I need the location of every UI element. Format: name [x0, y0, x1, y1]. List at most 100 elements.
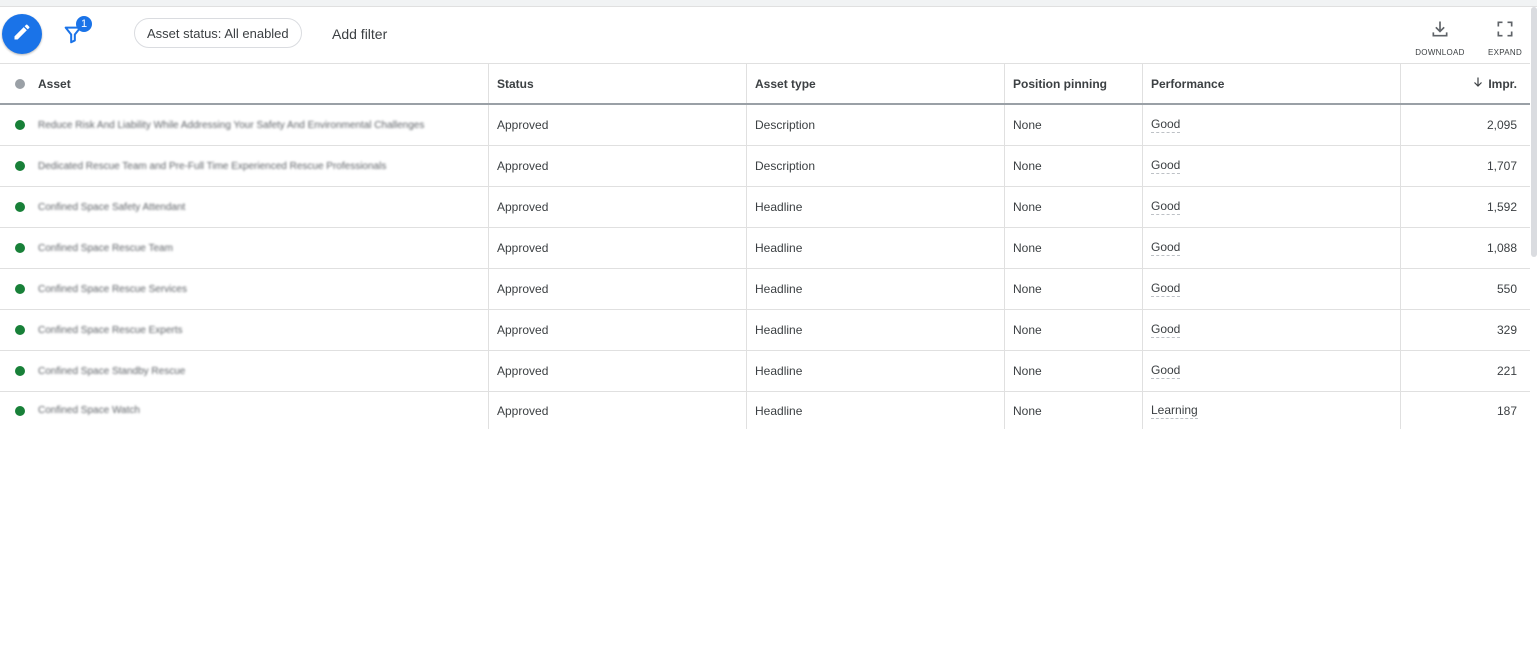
impressions-cell: 329	[1400, 310, 1530, 350]
performance-label[interactable]: Good	[1151, 322, 1181, 338]
asset-text: Confined Space Rescue Services	[38, 283, 187, 295]
impressions-cell: 1,088	[1400, 228, 1530, 268]
position-pinning-cell: None	[1004, 392, 1142, 429]
enabled-status-dot	[15, 405, 25, 416]
column-header-status-label: Status	[497, 76, 534, 91]
performance-label[interactable]: Good	[1151, 199, 1181, 215]
performance-cell: Learning	[1142, 392, 1400, 429]
performance-label[interactable]: Learning	[1151, 403, 1198, 419]
position-pinning-cell: None	[1004, 351, 1142, 391]
enabled-status-dot	[15, 120, 25, 130]
column-header-impressions-label: Impr.	[1488, 76, 1517, 91]
column-header-position-pinning[interactable]: Position pinning	[1004, 64, 1142, 103]
asset-type-cell: Headline	[746, 310, 1004, 350]
enabled-status-dot	[15, 366, 25, 376]
asset-text: Confined Space Watch	[38, 405, 140, 416]
asset-cell: Dedicated Rescue Team and Pre-Full Time …	[0, 146, 488, 186]
table-row[interactable]: Confined Space Standby Rescue Approved H…	[0, 351, 1530, 392]
position-pinning-cell: None	[1004, 310, 1142, 350]
asset-cell: Confined Space Rescue Experts	[0, 310, 488, 350]
enabled-status-dot	[15, 243, 25, 253]
status-cell: Approved	[488, 187, 746, 227]
filter-count-badge: 1	[76, 16, 92, 32]
asset-cell: Confined Space Safety Attendant	[0, 187, 488, 227]
download-button[interactable]: DOWNLOAD	[1410, 19, 1470, 57]
table-toolbar: 1 Asset status: All enabled Add filter D…	[0, 7, 1537, 63]
assets-table: Asset Status Asset type Position pinning…	[0, 63, 1530, 429]
column-header-performance-label: Performance	[1151, 76, 1225, 91]
table-row[interactable]: Confined Space Rescue Services Approved …	[0, 269, 1530, 310]
enabled-status-dot	[15, 202, 25, 212]
column-header-asset-type[interactable]: Asset type	[746, 64, 1004, 103]
expand-label: EXPAND	[1487, 48, 1523, 57]
table-row[interactable]: Confined Space Safety Attendant Approved…	[0, 187, 1530, 228]
download-label: DOWNLOAD	[1415, 48, 1465, 57]
performance-label[interactable]: Good	[1151, 240, 1181, 256]
pencil-icon	[12, 22, 32, 47]
top-edge	[0, 0, 1537, 7]
asset-text: Confined Space Rescue Experts	[38, 324, 183, 336]
impressions-cell: 2,095	[1400, 105, 1530, 145]
asset-cell: Confined Space Watch	[0, 392, 488, 429]
filter-icon	[62, 26, 84, 49]
performance-cell: Good	[1142, 187, 1400, 227]
asset-type-cell: Headline	[746, 269, 1004, 309]
impressions-cell: 550	[1400, 269, 1530, 309]
status-cell: Approved	[488, 105, 746, 145]
performance-cell: Good	[1142, 310, 1400, 350]
table-row[interactable]: Confined Space Watch Approved Headline N…	[0, 392, 1530, 429]
status-cell: Approved	[488, 310, 746, 350]
impressions-cell: 221	[1400, 351, 1530, 391]
asset-cell: Confined Space Rescue Services	[0, 269, 488, 309]
table-row[interactable]: Confined Space Rescue Experts Approved H…	[0, 310, 1530, 351]
status-cell: Approved	[488, 351, 746, 391]
performance-label[interactable]: Good	[1151, 117, 1181, 133]
table-row[interactable]: Dedicated Rescue Team and Pre-Full Time …	[0, 146, 1530, 187]
performance-cell: Good	[1142, 228, 1400, 268]
position-pinning-cell: None	[1004, 228, 1142, 268]
performance-label[interactable]: Good	[1151, 363, 1181, 379]
column-header-asset[interactable]: Asset	[0, 64, 488, 103]
edit-button[interactable]	[2, 14, 42, 54]
enabled-status-dot	[15, 284, 25, 294]
column-header-impressions[interactable]: Impr.	[1400, 64, 1530, 103]
performance-label[interactable]: Good	[1151, 281, 1181, 297]
status-filter-dot	[15, 78, 25, 89]
status-cell: Approved	[488, 228, 746, 268]
position-pinning-cell: None	[1004, 105, 1142, 145]
asset-text: Confined Space Standby Rescue	[38, 365, 186, 377]
impressions-cell: 1,592	[1400, 187, 1530, 227]
position-pinning-cell: None	[1004, 269, 1142, 309]
asset-text: Reduce Risk And Liability While Addressi…	[38, 119, 425, 131]
table-row[interactable]: Confined Space Rescue Team Approved Head…	[0, 228, 1530, 269]
asset-type-cell: Headline	[746, 351, 1004, 391]
asset-status-filter-chip[interactable]: Asset status: All enabled	[134, 18, 302, 48]
asset-type-cell: Headline	[746, 392, 1004, 429]
sort-descending-icon	[1472, 76, 1484, 91]
status-cell: Approved	[488, 269, 746, 309]
position-pinning-cell: None	[1004, 146, 1142, 186]
asset-cell: Reduce Risk And Liability While Addressi…	[0, 105, 488, 145]
expand-button[interactable]: EXPAND	[1475, 19, 1535, 57]
impressions-cell: 1,707	[1400, 146, 1530, 186]
column-header-performance[interactable]: Performance	[1142, 64, 1400, 103]
status-cell: Approved	[488, 146, 746, 186]
asset-type-cell: Description	[746, 105, 1004, 145]
performance-label[interactable]: Good	[1151, 158, 1181, 174]
filter-button[interactable]: 1	[62, 16, 92, 49]
column-header-asset-type-label: Asset type	[755, 76, 816, 91]
vertical-scrollbar[interactable]	[1531, 7, 1537, 257]
asset-type-cell: Headline	[746, 228, 1004, 268]
table-row[interactable]: Reduce Risk And Liability While Addressi…	[0, 105, 1530, 146]
column-header-asset-label: Asset	[38, 76, 71, 91]
column-header-position-pinning-label: Position pinning	[1013, 76, 1107, 91]
enabled-status-dot	[15, 161, 25, 171]
impressions-cell: 187	[1400, 392, 1530, 429]
performance-cell: Good	[1142, 269, 1400, 309]
column-header-status[interactable]: Status	[488, 64, 746, 103]
asset-cell: Confined Space Rescue Team	[0, 228, 488, 268]
status-cell: Approved	[488, 392, 746, 429]
performance-cell: Good	[1142, 105, 1400, 145]
add-filter-button[interactable]: Add filter	[332, 26, 387, 42]
asset-type-cell: Headline	[746, 187, 1004, 227]
